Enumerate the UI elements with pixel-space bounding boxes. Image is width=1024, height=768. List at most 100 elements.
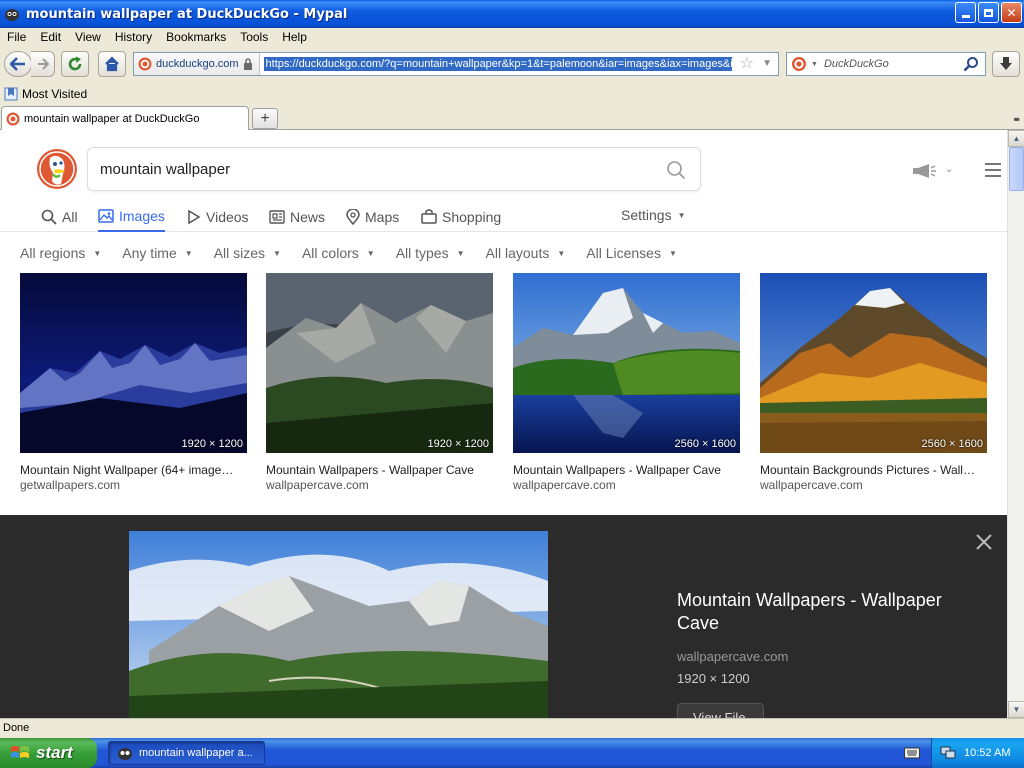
new-tab-button[interactable]: + [252,108,278,129]
detail-source[interactable]: wallpapercave.com [677,649,788,664]
lock-icon [243,58,252,70]
menu-history[interactable]: History [108,30,159,44]
filter-time-label: Any time [122,245,177,261]
result-thumbnail[interactable]: 1920 × 1200 [266,273,493,453]
filter-sizes[interactable]: All sizes ▼ [214,243,281,263]
result-thumbnail[interactable]: 1920 × 1200 [20,273,247,453]
reload-button[interactable] [61,51,89,77]
download-arrow-icon [1000,57,1012,70]
image-result[interactable]: 1920 × 1200 Mountain Wallpapers - Wallpa… [266,273,493,492]
tab-all[interactable]: All [41,202,78,232]
close-icon: ✕ [1006,5,1017,20]
plus-icon: + [260,109,270,127]
scroll-up-icon[interactable]: ▲ [1008,130,1024,147]
filter-layouts[interactable]: All layouts ▼ [486,243,566,263]
network-icon[interactable] [940,746,956,760]
image-icon [98,209,114,223]
caret-down-icon: ▼ [557,248,566,258]
result-title[interactable]: Mountain Wallpapers - Wallpaper Cave [266,463,493,477]
site-identity-label: duckduckgo.com [156,58,239,70]
forward-button[interactable] [31,51,55,77]
duckduckgo-tab-favicon [6,112,20,125]
image-result[interactable]: 2560 × 1600 Mountain Wallpapers - Wallpa… [513,273,740,492]
menu-view[interactable]: View [68,30,108,44]
status-bar: Done [0,718,1024,738]
keyboard-icon[interactable] [904,747,920,759]
mypal-app-icon [118,748,132,760]
search-magnifier-icon[interactable] [963,56,979,72]
system-tray: 10:52 AM [931,738,1024,768]
downloads-button[interactable] [992,51,1020,77]
ddg-search-input[interactable]: mountain wallpaper [87,147,701,191]
mypal-app-icon [5,9,19,21]
tab-news-label: News [290,209,326,225]
tab-news[interactable]: News [269,202,325,232]
megaphone-icon[interactable] [912,163,938,179]
caret-down-icon: ▼ [456,248,465,258]
filter-licenses-label: All Licenses [586,245,661,261]
filter-types[interactable]: All types ▼ [396,243,465,263]
tab-ddg-images[interactable]: mountain wallpaper at DuckDuckGo [1,106,249,130]
restore-button[interactable] [978,2,999,23]
result-thumbnail[interactable]: 2560 × 1600 [760,273,987,453]
back-button[interactable] [4,51,32,77]
tab-shopping[interactable]: Shopping [421,202,501,232]
detail-image[interactable] [129,531,548,718]
menu-bookmarks[interactable]: Bookmarks [159,30,233,44]
windows-flag-icon [11,746,29,758]
browser-search-bar[interactable]: ▼ DuckDuckGo [786,52,986,76]
result-dimensions: 2560 × 1600 [921,438,983,450]
vertical-scrollbar[interactable]: ▲ ▼ [1007,130,1024,718]
tab-maps[interactable]: Maps [346,202,399,232]
settings-dropdown[interactable]: Settings ▼ [621,202,686,228]
menu-tools[interactable]: Tools [233,30,275,44]
tab-images-label: Images [119,208,165,224]
scrollbar-thumb[interactable] [1009,147,1024,191]
detail-title[interactable]: Mountain Wallpapers - Wallpaper Cave [677,589,977,635]
tab-videos[interactable]: Videos [187,202,249,232]
filter-colors[interactable]: All colors ▼ [302,243,375,263]
image-result[interactable]: 2560 × 1600 Mountain Backgrounds Picture… [760,273,987,492]
close-window-button[interactable]: ✕ [1001,2,1022,23]
clock[interactable]: 10:52 AM [964,747,1010,759]
url-dropdown-icon[interactable]: ▼ [762,58,772,69]
menu-bar: File Edit View History Bookmarks Tools H… [0,28,1024,46]
page-viewport: mountain wallpaper ⌄ All Images Videos N… [0,130,1007,718]
close-detail-icon[interactable] [975,533,993,551]
image-result[interactable]: 1920 × 1200 Mountain Night Wallpaper (64… [20,273,247,492]
url-bar[interactable]: duckduckgo.com https://duckduckgo.com/?q… [133,52,779,76]
search-icon[interactable] [666,160,686,180]
caret-down-icon: ▼ [677,210,686,220]
filter-regions[interactable]: All regions ▼ [20,243,101,263]
menu-file[interactable]: File [0,30,33,44]
site-identity-button[interactable]: duckduckgo.com [134,53,260,75]
result-thumbnail[interactable]: 2560 × 1600 [513,273,740,453]
result-title[interactable]: Mountain Night Wallpaper (64+ image… [20,463,247,477]
search-engine-chevron-icon[interactable]: ▼ [811,61,818,68]
menu-help[interactable]: Help [275,30,314,44]
result-title[interactable]: Mountain Wallpapers - Wallpaper Cave [513,463,740,477]
search-icon [41,209,57,225]
start-button[interactable]: start [0,738,97,768]
window-titlebar[interactable]: mountain wallpaper at DuckDuckGo - Mypal… [0,0,1024,28]
url-text[interactable]: https://duckduckgo.com/?q=mountain+wallp… [263,57,732,71]
menu-edit[interactable]: Edit [33,30,68,44]
view-file-button[interactable]: View File [677,703,764,718]
taskbar-window-item[interactable]: mountain wallpaper a... [108,741,265,765]
home-button[interactable] [98,51,126,77]
home-icon [105,56,119,72]
bookmark-star-icon[interactable]: ☆ [740,56,754,72]
hamburger-menu-icon[interactable] [985,163,1001,181]
caret-down-icon: ▼ [273,248,281,258]
filter-licenses[interactable]: All Licenses ▼ [586,243,677,263]
duckduckgo-logo[interactable] [36,148,78,190]
filter-time[interactable]: Any time ▼ [122,243,192,263]
result-title[interactable]: Mountain Backgrounds Pictures - Wall… [760,463,987,477]
scroll-down-icon[interactable]: ▼ [1008,701,1024,718]
megaphone-chevron-icon[interactable]: ⌄ [945,164,953,175]
minimize-button[interactable] [955,2,976,23]
bookmark-most-visited[interactable]: Most Visited [4,87,87,101]
search-engine-icon[interactable] [791,56,807,72]
ddg-search-query: mountain wallpaper [100,160,231,178]
tab-images[interactable]: Images [98,202,165,232]
